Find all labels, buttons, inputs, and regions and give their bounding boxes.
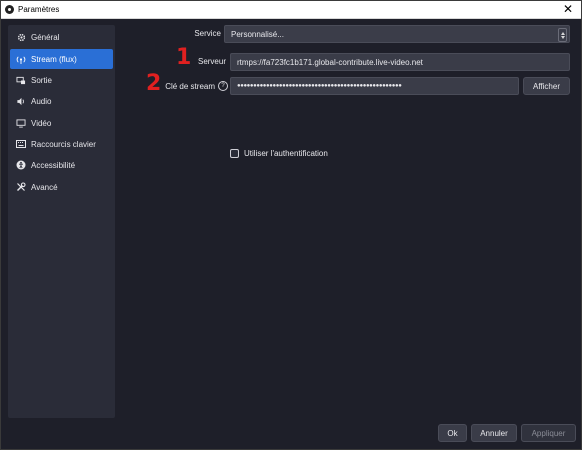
- sidebar-item-label: Raccourcis clavier: [31, 139, 96, 149]
- speaker-icon: [16, 97, 26, 106]
- server-input[interactable]: rtmps://fa723fc1b171.global-contribute.l…: [230, 53, 570, 71]
- apply-button[interactable]: Appliquer: [521, 424, 576, 442]
- sidebar-item-accessibility[interactable]: Accessibilité: [10, 155, 113, 175]
- sidebar-item-label: Sortie: [31, 75, 52, 85]
- window-title: Paramètres: [18, 5, 60, 14]
- sidebar-item-label: Vidéo: [31, 118, 52, 128]
- sidebar-item-general[interactable]: Général: [10, 27, 113, 47]
- monitor-icon: [16, 118, 26, 128]
- keyboard-icon: [16, 140, 26, 148]
- server-label: Serveur: [197, 57, 226, 66]
- show-key-button[interactable]: Afficher: [523, 77, 570, 95]
- stream-key-label-group: Clé de stream ?: [164, 81, 228, 91]
- title-bar: Paramètres ✕: [1, 1, 581, 19]
- sidebar-item-label: Stream (flux): [31, 54, 77, 64]
- sidebar-item-label: Accessibilité: [31, 160, 76, 170]
- service-label: Service: [194, 29, 221, 38]
- accessibility-icon: [16, 160, 26, 170]
- auth-checkbox-label[interactable]: Utiliser l'authentification: [244, 149, 328, 158]
- sidebar-item-output[interactable]: Sortie: [10, 70, 113, 90]
- stream-key-label: Clé de stream: [165, 81, 215, 91]
- stream-key-input[interactable]: ●●●●●●●●●●●●●●●●●●●●●●●●●●●●●●●●●●●●●●●●…: [230, 77, 519, 95]
- chevron-updown-icon: [558, 28, 567, 42]
- sidebar-item-label: Audio: [31, 96, 52, 106]
- service-select-value: Personnalisé...: [231, 29, 284, 39]
- sidebar-item-label: Avancé: [31, 182, 58, 192]
- sidebar-item-label: Général: [31, 32, 60, 42]
- close-icon[interactable]: ✕: [563, 2, 573, 16]
- sidebar-item-advanced[interactable]: Avancé: [10, 177, 113, 197]
- sidebar-item-stream[interactable]: Stream (flux): [10, 49, 113, 69]
- auth-checkbox[interactable]: [230, 149, 239, 158]
- sidebar-item-hotkeys[interactable]: Raccourcis clavier: [10, 134, 113, 154]
- antenna-icon: [16, 55, 26, 64]
- obs-logo-icon: [5, 5, 14, 14]
- help-icon[interactable]: ?: [218, 81, 228, 91]
- gear-icon: [16, 33, 26, 42]
- output-icon: [16, 76, 26, 85]
- tools-icon: [16, 182, 26, 192]
- annotation-marker-2: 2: [146, 71, 162, 96]
- settings-sidebar: Général Stream (flux) Sortie Audio Vidéo: [8, 25, 115, 418]
- service-select[interactable]: Personnalisé...: [224, 25, 570, 43]
- sidebar-item-audio[interactable]: Audio: [10, 91, 113, 111]
- ok-button[interactable]: Ok: [438, 424, 467, 442]
- sidebar-item-video[interactable]: Vidéo: [10, 113, 113, 133]
- settings-window: Paramètres ✕ Général Stream (flux) Sorti…: [0, 0, 582, 450]
- cancel-button[interactable]: Annuler: [471, 424, 517, 442]
